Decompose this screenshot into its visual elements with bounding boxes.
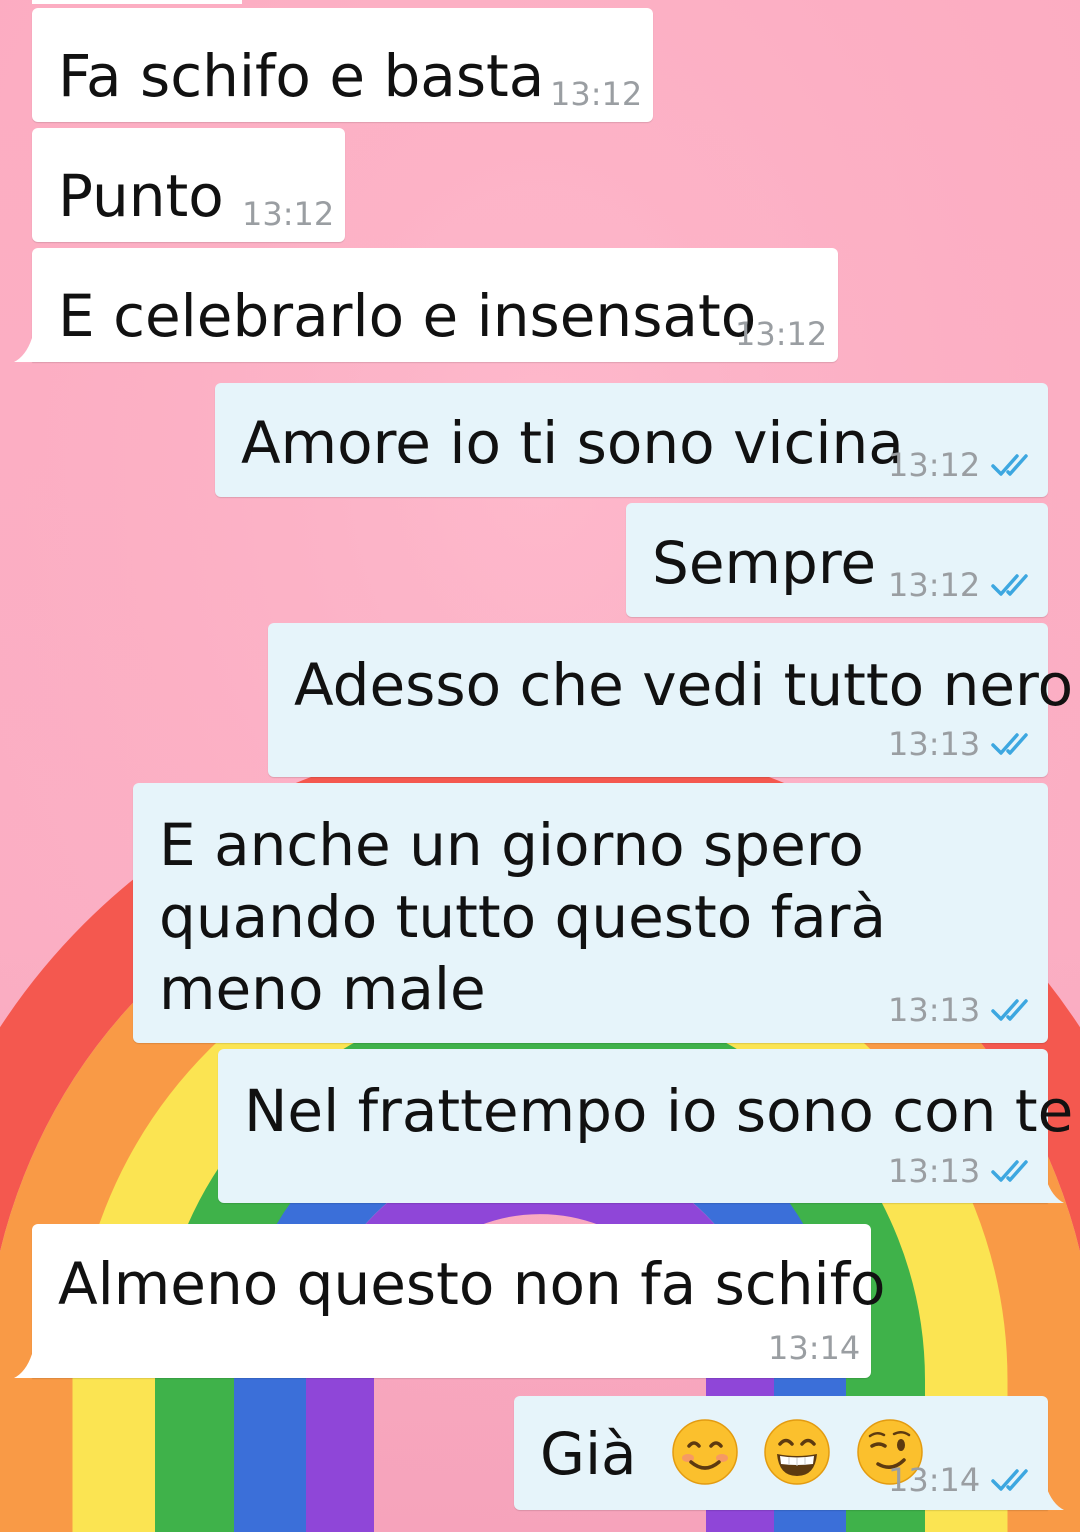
outgoing-message-bubble[interactable]: E anche un giorno spero quando tutto que… (133, 783, 1048, 1043)
message-time: 13:12 (550, 75, 643, 113)
message-meta: 13:13 (888, 1151, 1038, 1191)
read-double-tick-icon (991, 999, 1028, 1021)
read-double-tick-icon (991, 454, 1028, 476)
message-text: Punto (58, 162, 224, 230)
bubble-tail-icon (1046, 1486, 1064, 1510)
message-time: 13:12 (735, 315, 828, 353)
message-meta: 13:12 (735, 314, 827, 354)
outgoing-message-bubble[interactable]: Sempre 13:12 (626, 503, 1048, 617)
grinning-face-icon (764, 1419, 831, 1485)
outgoing-message-bubble[interactable]: Adesso che vedi tutto nero 13:13 (268, 623, 1073, 777)
message-text: Sempre (652, 529, 877, 597)
message-time: 13:12 (888, 566, 981, 604)
incoming-message-bubble[interactable]: Fa schifo e basta 13:12 (32, 8, 653, 122)
message-text: Già (540, 1418, 924, 1490)
read-double-tick-icon (991, 574, 1028, 596)
message-meta: 13:12 (242, 194, 334, 234)
message-time: 13:14 (768, 1329, 861, 1367)
message-time: 13:12 (888, 446, 981, 484)
message-meta: 13:12 (888, 445, 1038, 485)
message-time: 13:12 (242, 195, 335, 233)
outgoing-message-bubble[interactable]: Già 13:14 (514, 1396, 1048, 1510)
read-double-tick-icon (991, 1469, 1028, 1491)
smiling-face-icon (672, 1419, 738, 1485)
message-text: Adesso che vedi tutto nero (294, 651, 1074, 719)
incoming-message-bubble[interactable]: Punto 13:12 (32, 128, 345, 242)
message-word: Già (540, 1420, 637, 1488)
incoming-message-bubble[interactable]: Almeno questo non fa schifo 13:14 (32, 1224, 886, 1378)
outgoing-message-bubble[interactable]: Amore io ti sono vicina 13:12 (215, 383, 1048, 497)
message-text: Nel frattempo io sono con te (244, 1077, 1074, 1145)
message-time: 13:13 (888, 1152, 981, 1190)
message-meta: 13:12 (550, 74, 642, 114)
message-meta: 13:14 (768, 1328, 860, 1368)
message-meta: 13:13 (888, 724, 1038, 764)
bubble-tail-icon (1046, 1179, 1064, 1203)
read-double-tick-icon (991, 733, 1028, 755)
message-meta: 13:12 (888, 565, 1038, 605)
bubble-tail-icon (14, 338, 32, 362)
message-time: 13:13 (888, 991, 981, 1029)
message-text: Fa schifo e basta (58, 42, 545, 110)
previous-bubble-edge (32, 0, 242, 4)
message-time: 13:14 (888, 1461, 981, 1499)
message-meta: 13:14 (888, 1460, 1038, 1500)
bubble-tail-icon (14, 1354, 32, 1378)
message-text: Almeno questo non fa schifo (58, 1250, 886, 1318)
message-meta: 13:13 (888, 990, 1038, 1030)
outgoing-message-bubble[interactable]: Nel frattempo io sono con te 13:13 (218, 1049, 1073, 1203)
incoming-message-bubble[interactable]: E celebrarlo e insensato 13:12 (32, 248, 838, 362)
message-text: E celebrarlo e insensato (58, 282, 757, 350)
read-double-tick-icon (991, 1160, 1028, 1182)
message-time: 13:13 (888, 725, 981, 763)
message-text: Amore io ti sono vicina (241, 409, 904, 477)
